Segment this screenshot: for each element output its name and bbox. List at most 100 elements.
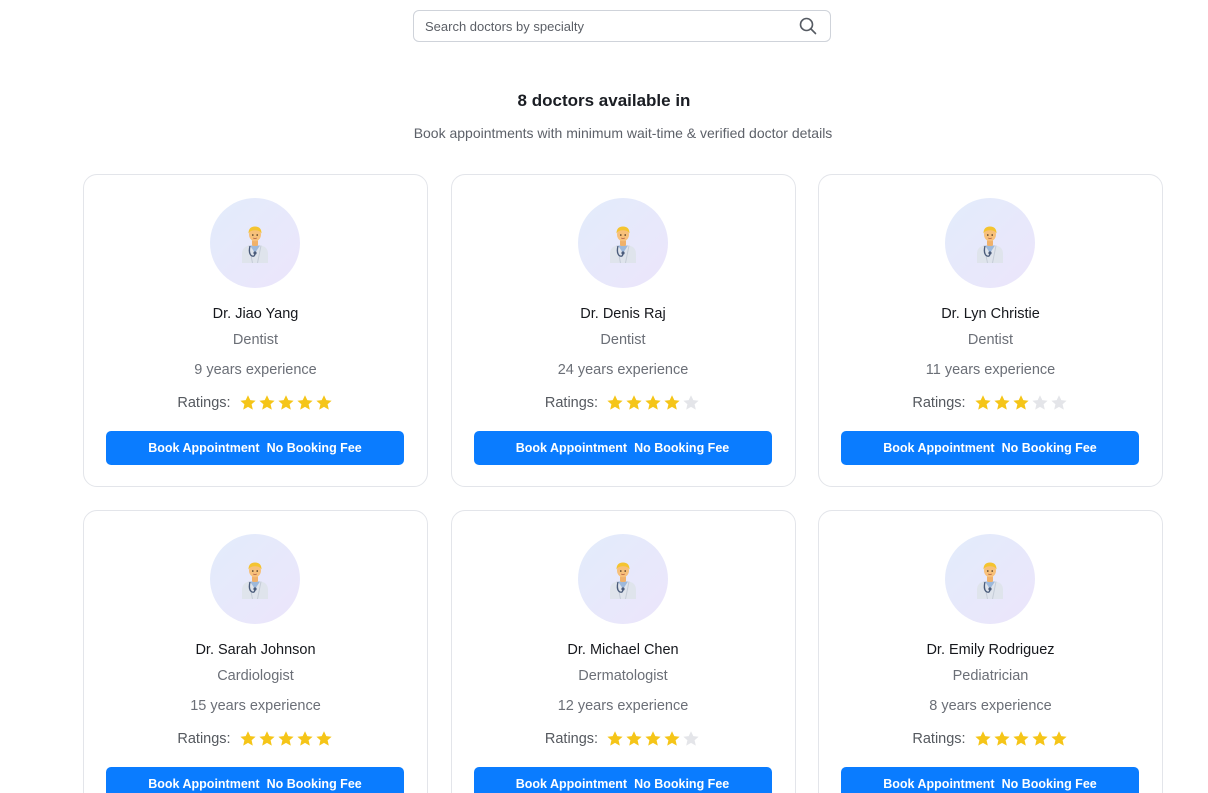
star-filled-icon — [607, 731, 623, 746]
star-filled-icon — [993, 395, 1010, 410]
doctor-specialty: Dermatologist — [578, 668, 668, 684]
doctor-rating: Ratings: — [819, 394, 1162, 412]
star-filled-icon — [993, 731, 1010, 746]
doctor-avatar — [210, 534, 300, 624]
star-filled-icon — [626, 731, 642, 746]
doctor-card: Dr. Jiao Yang Dentist 9 years experience… — [83, 174, 428, 487]
star-filled-icon — [645, 395, 661, 410]
star-filled-icon — [258, 731, 275, 746]
doctor-experience: 15 years experience — [190, 698, 321, 714]
star-filled-icon — [1031, 731, 1048, 746]
doctor-listing-page: 8 doctors available in Book appointments… — [0, 0, 1208, 793]
doctor-icon — [609, 562, 636, 599]
doctor-icon — [977, 562, 1003, 599]
no-booking-fee-label: No Booking Fee — [1001, 777, 1097, 791]
results-heading: 8 doctors available in — [517, 91, 691, 110]
book-appointment-button[interactable]: Book Appointment No Booking Fee — [841, 431, 1139, 465]
no-booking-fee-label: No Booking Fee — [634, 441, 730, 455]
star-filled-icon — [607, 395, 623, 410]
doctor-avatar — [945, 534, 1035, 624]
star-filled-icon — [1012, 395, 1029, 410]
star-empty-icon — [1031, 395, 1048, 410]
star-filled-icon — [1012, 731, 1029, 746]
ratings-label: Ratings: — [177, 395, 231, 411]
doctor-card: Dr. Sarah Johnson Cardiologist 15 years … — [83, 510, 428, 793]
doctor-card-grid: Dr. Jiao Yang Dentist 9 years experience… — [83, 174, 1163, 793]
star-filled-icon — [315, 395, 332, 410]
search-bar — [413, 10, 831, 42]
ratings-label: Ratings: — [544, 731, 599, 747]
star-filled-icon — [277, 395, 294, 410]
book-appointment-button[interactable]: Book Appointment No Booking Fee — [473, 767, 772, 793]
star-filled-icon — [626, 395, 642, 410]
ratings-label: Ratings: — [544, 395, 599, 411]
doctor-rating: Ratings: — [452, 394, 795, 412]
doctor-name: Dr. Denis Raj — [580, 306, 666, 322]
rating-stars — [606, 730, 701, 748]
book-appointment-label: Book Appointment — [515, 441, 628, 455]
star-filled-icon — [239, 395, 256, 410]
doctor-experience: 8 years experience — [929, 698, 1052, 714]
doctor-experience: 24 years experience — [557, 362, 689, 378]
doctor-name: Dr. Sarah Johnson — [195, 642, 316, 658]
star-filled-icon — [645, 731, 661, 746]
star-filled-icon — [1050, 731, 1067, 746]
doctor-name: Dr. Emily Rodriguez — [926, 642, 1055, 658]
doctor-name: Dr. Michael Chen — [567, 642, 679, 658]
star-empty-icon — [1050, 395, 1067, 410]
doctor-experience: 9 years experience — [194, 362, 317, 378]
doctor-specialty: Dentist — [232, 332, 279, 348]
doctor-rating: Ratings: — [819, 730, 1162, 748]
no-booking-fee-label: No Booking Fee — [634, 777, 730, 791]
star-filled-icon — [258, 395, 275, 410]
star-filled-icon — [974, 731, 991, 746]
star-empty-icon — [683, 395, 699, 410]
search-input[interactable] — [414, 11, 798, 41]
book-appointment-button[interactable]: Book Appointment No Booking Fee — [106, 767, 404, 793]
ratings-label: Ratings: — [912, 395, 966, 411]
doctor-avatar — [577, 198, 668, 288]
results-subheading: Book appointments with minimum wait-time… — [413, 125, 833, 141]
rating-stars — [974, 730, 1069, 748]
doctor-rating: Ratings: — [84, 394, 427, 412]
doctor-icon — [977, 226, 1003, 263]
book-appointment-label: Book Appointment — [148, 777, 260, 791]
doctor-icon — [242, 562, 268, 599]
no-booking-fee-label: No Booking Fee — [266, 441, 362, 455]
star-filled-icon — [239, 731, 256, 746]
book-appointment-label: Book Appointment — [883, 441, 995, 455]
doctor-avatar — [945, 198, 1035, 288]
doctor-avatar — [210, 198, 300, 288]
book-appointment-button[interactable]: Book Appointment No Booking Fee — [106, 431, 404, 465]
doctor-card: Dr. Emily Rodriguez Pediatrician 8 years… — [818, 510, 1163, 793]
doctor-name: Dr. Jiao Yang — [212, 306, 299, 322]
doctor-name: Dr. Lyn Christie — [941, 306, 1040, 322]
no-booking-fee-label: No Booking Fee — [1001, 441, 1097, 455]
doctor-card: Dr. Denis Raj Dentist 24 years experienc… — [450, 174, 796, 487]
doctor-icon — [242, 226, 268, 263]
star-filled-icon — [974, 395, 991, 410]
book-appointment-label: Book Appointment — [883, 777, 995, 791]
book-appointment-button[interactable]: Book Appointment No Booking Fee — [473, 431, 772, 465]
doctor-specialty: Pediatrician — [952, 668, 1029, 684]
doctor-rating: Ratings: — [452, 730, 795, 748]
star-filled-icon — [315, 731, 332, 746]
ratings-label: Ratings: — [177, 731, 231, 747]
book-appointment-label: Book Appointment — [515, 777, 628, 791]
ratings-label: Ratings: — [912, 731, 966, 747]
search-icon[interactable] — [798, 16, 818, 36]
doctor-specialty: Dentist — [600, 332, 646, 348]
doctor-card: Dr. Michael Chen Dermatologist 12 years … — [450, 510, 796, 793]
book-appointment-label: Book Appointment — [148, 441, 260, 455]
doctor-experience: 11 years experience — [925, 362, 1056, 378]
book-appointment-button[interactable]: Book Appointment No Booking Fee — [841, 767, 1139, 793]
star-filled-icon — [664, 395, 680, 410]
doctor-avatar — [577, 534, 668, 624]
rating-stars — [239, 394, 334, 412]
doctor-specialty: Dentist — [967, 332, 1014, 348]
star-filled-icon — [296, 395, 313, 410]
rating-stars — [974, 394, 1069, 412]
star-empty-icon — [683, 731, 699, 746]
star-filled-icon — [296, 731, 313, 746]
no-booking-fee-label: No Booking Fee — [266, 777, 362, 791]
